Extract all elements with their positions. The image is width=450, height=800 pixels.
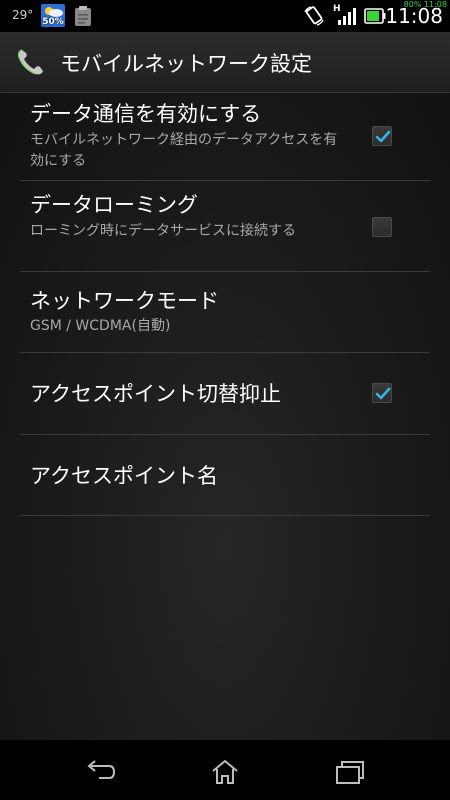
data-enabled-checkbox[interactable] bbox=[372, 126, 392, 146]
weather-badge-text: 50% bbox=[42, 17, 64, 27]
ap-switch-checkbox[interactable] bbox=[372, 383, 392, 403]
pref-title: データローミング bbox=[30, 193, 198, 217]
weather-icon: 50% bbox=[41, 4, 65, 27]
back-icon[interactable] bbox=[85, 758, 117, 786]
signal-strength-icon bbox=[336, 6, 358, 26]
recent-apps-icon[interactable] bbox=[334, 758, 366, 786]
home-icon[interactable] bbox=[209, 758, 241, 786]
screen-rotation-icon bbox=[303, 6, 325, 26]
screen: 29° 50% H 80% 11:08 11:08 モバイルネットワーク設定 デ… bbox=[0, 0, 450, 800]
pref-data-roaming[interactable]: データローミング ローミング時にデータサービスに接続する bbox=[20, 180, 430, 272]
phone-icon bbox=[16, 47, 46, 77]
checkmark-icon bbox=[375, 387, 391, 400]
title-bar: モバイルネットワーク設定 bbox=[0, 32, 450, 93]
pref-title: データ通信を有効にする bbox=[30, 102, 262, 126]
page-title: モバイルネットワーク設定 bbox=[60, 52, 312, 76]
pref-network-mode[interactable]: ネットワークモード GSM / WCDMA(自動) bbox=[20, 271, 430, 353]
pref-access-point-names[interactable]: アクセスポイント名 bbox=[20, 434, 430, 516]
status-bar: 29° 50% H 80% 11:08 11:08 bbox=[0, 0, 450, 32]
pref-title: アクセスポイント名 bbox=[30, 464, 218, 488]
clock-text: 11:08 bbox=[385, 4, 443, 28]
pref-summary: モバイルネットワーク経由のデータアクセスを有効にする bbox=[30, 132, 338, 169]
data-roaming-checkbox[interactable] bbox=[372, 217, 392, 237]
pref-title: ネットワークモード bbox=[30, 289, 219, 313]
clipboard-icon bbox=[74, 5, 92, 27]
navigation-bar bbox=[0, 740, 450, 800]
pref-mobile-data[interactable]: データ通信を有効にする モバイルネットワーク経由のデータアクセスを有効にする bbox=[20, 93, 430, 181]
checkmark-icon bbox=[375, 130, 391, 143]
pref-summary: GSM / WCDMA(自動) bbox=[30, 318, 171, 334]
pref-ap-switch-suppression[interactable]: アクセスポイント切替抑止 bbox=[20, 352, 430, 435]
battery-icon bbox=[364, 8, 386, 24]
pref-title: アクセスポイント切替抑止 bbox=[30, 382, 281, 406]
temperature-text: 29° bbox=[12, 8, 34, 22]
pref-summary: ローミング時にデータサービスに接続する bbox=[30, 223, 296, 239]
preference-list: データ通信を有効にする モバイルネットワーク経由のデータアクセスを有効にする デ… bbox=[0, 93, 450, 740]
